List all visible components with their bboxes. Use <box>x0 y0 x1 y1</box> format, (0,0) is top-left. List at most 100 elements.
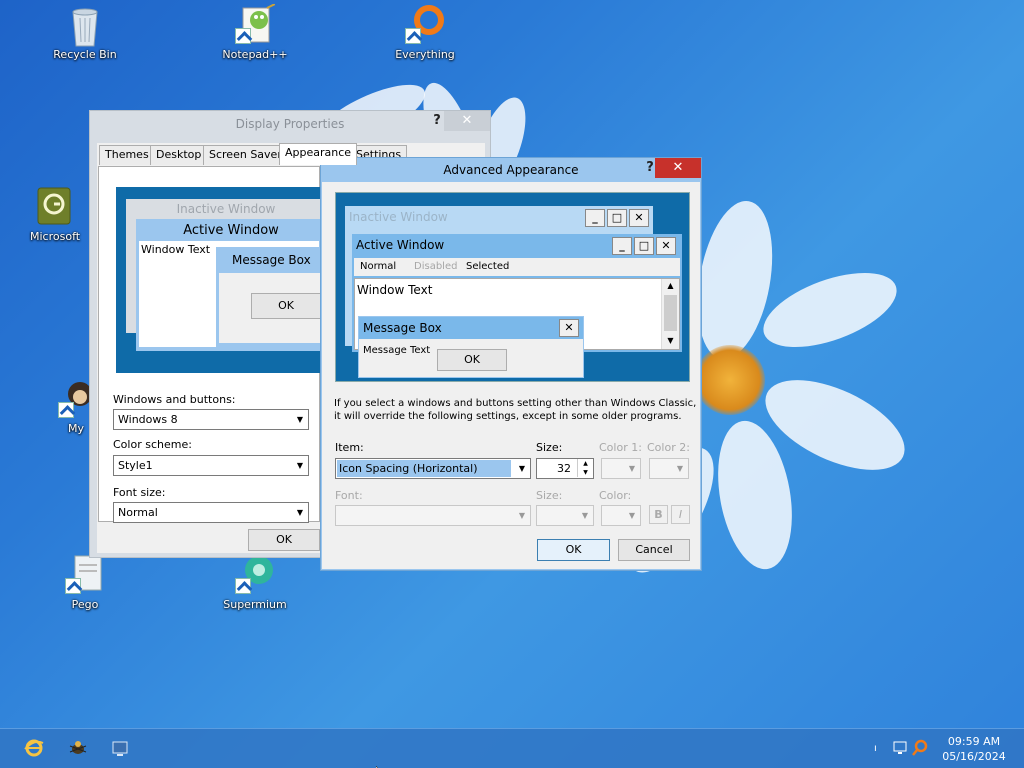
desktop-icon-notepadpp[interactable]: Notepad++ <box>210 3 300 61</box>
preview-message-box-client: OK <box>219 273 322 343</box>
search-tray-icon[interactable] <box>911 739 929 760</box>
color2-picker[interactable]: ▼ <box>649 458 689 479</box>
scroll-up-icon: ▲ <box>667 281 674 290</box>
desktop-icon-label: Notepad++ <box>222 48 288 61</box>
color-scheme-value: Style1 <box>118 459 153 472</box>
adv-message-text: Message Text <box>363 345 431 356</box>
close-button[interactable]: ✕ <box>444 111 490 131</box>
tab-page-appearance: Inactive Window Active Window Window Tex… <box>98 166 322 523</box>
chevron-down-icon: ▼ <box>518 464 526 473</box>
scroll-thumb <box>664 295 677 331</box>
size-label: Size: <box>536 441 563 454</box>
preview-message-box: Message Box OK <box>216 247 322 347</box>
desktop-icon-label: Microsoft <box>30 230 81 243</box>
internet-explorer-icon[interactable] <box>22 737 46 761</box>
maximize-icon: □ <box>634 237 654 255</box>
chevron-down-icon: ▼ <box>628 464 636 473</box>
bold-button[interactable]: B <box>649 505 668 524</box>
adv-active-title: Active Window <box>356 238 445 252</box>
font-size-select[interactable]: Normal ▼ <box>113 502 309 523</box>
show-desktop-icon[interactable] <box>108 737 132 761</box>
clock-time: 09:59 AM <box>947 735 1001 748</box>
desktop-icon-label: Supermium <box>223 598 287 611</box>
item-value: Icon Spacing (Horizontal) <box>337 460 511 477</box>
close-icon: ✕ <box>656 237 676 255</box>
shortcut-arrow-icon <box>405 28 421 44</box>
menu-selected: Selected <box>466 261 510 272</box>
size-value: 32 <box>557 462 571 475</box>
advanced-appearance-window[interactable]: Advanced Appearance ? ✕ Inactive Window … <box>320 157 702 571</box>
menu-disabled: Disabled <box>414 261 458 272</box>
desktop-icon-label: Recycle Bin <box>53 48 117 61</box>
tray-overflow-icon[interactable]: ı <box>874 743 880 755</box>
shortcut-arrow-icon <box>235 578 251 594</box>
clock-date: 05/16/2024 <box>942 750 1006 763</box>
windows-buttons-select[interactable]: Windows 8 ▼ <box>113 409 309 430</box>
chevron-down-icon: ▼ <box>676 464 684 473</box>
desktop-icon-microsoft[interactable]: Microsoft <box>30 186 90 243</box>
preview-active-title: Active Window <box>183 223 279 238</box>
font-color-picker[interactable]: ▼ <box>601 505 641 526</box>
advanced-appearance-body: Inactive Window _ □ ✕ Active Window _ □ … <box>322 182 700 569</box>
ok-button[interactable]: OK <box>537 539 610 561</box>
desktop-icon-recycle-bin[interactable]: Recycle Bin <box>40 4 130 61</box>
tab-desktop[interactable]: Desktop <box>150 145 208 165</box>
font-size-label: Font size: <box>113 486 166 499</box>
wallpaper-petal <box>707 415 803 575</box>
appearance-preview: Inactive Window Active Window Window Tex… <box>116 187 322 373</box>
adv-msgbox-title: Message Box <box>363 321 442 335</box>
wallpaper-petal <box>753 257 907 363</box>
spin-down-icon[interactable]: ▼ <box>577 468 593 477</box>
italic-button[interactable]: I <box>671 505 690 524</box>
desktop-icon-pego[interactable]: Pego <box>40 554 130 611</box>
shortcut-arrow-icon <box>235 28 251 44</box>
preview-inactive-title: Inactive Window <box>176 202 276 216</box>
chevron-down-icon: ▼ <box>296 508 304 517</box>
close-icon: ✕ <box>559 319 579 337</box>
color1-label: Color 1: <box>599 441 642 454</box>
recycle-bin-icon <box>65 4 105 47</box>
tab-screen-saver[interactable]: Screen Saver <box>203 145 288 165</box>
mouse-cursor-icon <box>375 762 384 768</box>
item-select[interactable]: Icon Spacing (Horizontal) ▼ <box>335 458 531 479</box>
cancel-button[interactable]: Cancel <box>618 539 690 561</box>
tab-appearance[interactable]: Appearance <box>279 143 358 165</box>
shortcut-arrow-icon <box>65 578 81 594</box>
wallpaper-flower-center <box>695 345 765 415</box>
tab-themes[interactable]: Themes <box>99 145 155 165</box>
adv-preview-menu-bar: Normal Disabled Selected <box>354 258 680 276</box>
display-ok-button[interactable]: OK <box>248 529 320 551</box>
color1-picker[interactable]: ▼ <box>601 458 641 479</box>
bug-app-icon[interactable] <box>66 737 90 761</box>
adv-preview-message-box: Message Box ✕ Message Text OK <box>358 316 584 378</box>
font-size-label: Size: <box>536 489 563 502</box>
taskbar: ı 09:59 AM 05/16/2024 <box>0 728 1024 768</box>
close-button[interactable]: ✕ <box>655 158 701 178</box>
color-scheme-select[interactable]: Style1 ▼ <box>113 455 309 476</box>
adv-msgbox-titlebar: Message Box ✕ <box>359 317 583 339</box>
preview-window-text: Window Text <box>141 243 211 256</box>
size-spinner[interactable]: 32 ▲ ▼ <box>536 458 594 479</box>
desktop-icon-everything[interactable]: Everything <box>380 4 470 61</box>
font-select[interactable]: ▼ <box>335 505 531 526</box>
clock[interactable]: 09:59 AM 05/16/2024 <box>934 734 1014 764</box>
item-label: Item: <box>335 441 364 454</box>
desktop-icon-label: Everything <box>395 48 455 61</box>
color2-label: Color 2: <box>647 441 690 454</box>
desktop-icon-supermium[interactable]: Supermium <box>210 554 300 611</box>
color-scheme-label: Color scheme: <box>113 438 192 451</box>
chevron-down-icon: ▼ <box>628 511 636 520</box>
menu-normal: Normal <box>360 261 397 272</box>
adv-window-text: Window Text <box>357 283 433 297</box>
spin-up-icon[interactable]: ▲ <box>577 459 593 468</box>
font-size-select[interactable]: ▼ <box>536 505 594 526</box>
adv-preview-ok-button: OK <box>437 349 507 371</box>
pego-icon <box>65 554 105 594</box>
supermium-icon <box>235 554 275 594</box>
chevron-down-icon: ▼ <box>296 415 304 424</box>
preview-scrollbar: ▲ ▼ <box>661 279 679 349</box>
font-label: Font: <box>335 489 363 502</box>
preview-message-box-title: Message Box <box>232 253 311 267</box>
shortcut-arrow-icon <box>58 402 74 418</box>
network-icon[interactable] <box>893 739 911 760</box>
